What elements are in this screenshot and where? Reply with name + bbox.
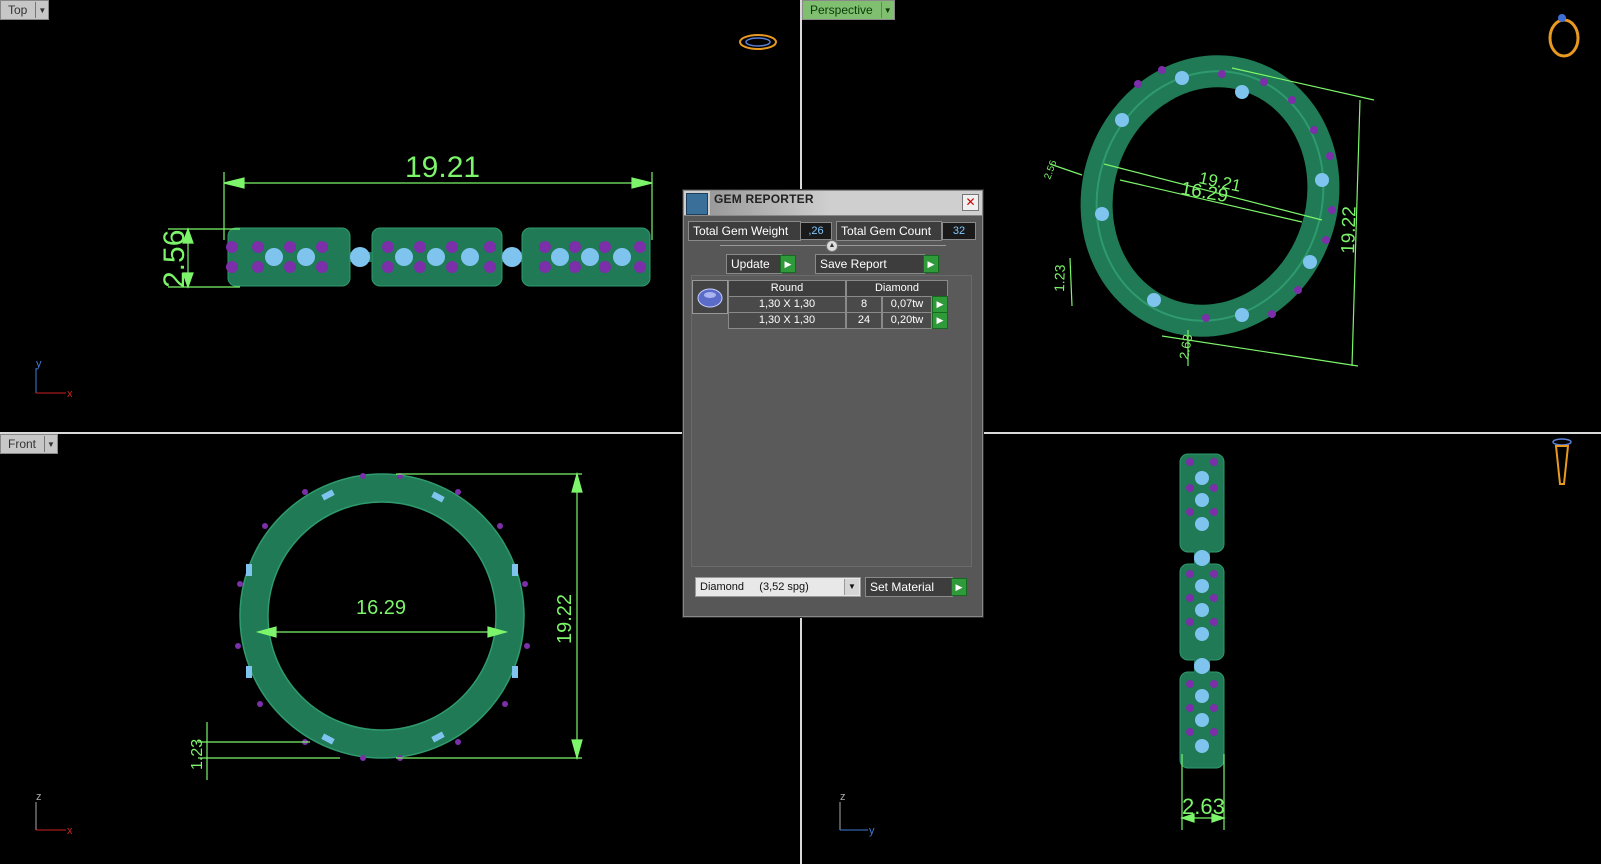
collapse-handle-icon[interactable]: ▲ (826, 240, 838, 252)
update-button[interactable]: Update (726, 254, 782, 274)
set-material-label: Set Material (870, 580, 935, 594)
viewport-tab-front[interactable]: Front ▼ (0, 434, 59, 454)
material-select-value: Diamond (3,52 spg) (700, 581, 809, 593)
row1-size[interactable]: 1,30 X 1,30 (728, 296, 846, 313)
top-view-canvas: 19.21 2.56 y x (35, 34, 777, 400)
viewport-tab-top[interactable]: Top ▼ (0, 0, 50, 20)
round-diamond-thumbnail-icon[interactable] (692, 280, 728, 314)
front-view-canvas: 16.29 19.22 1.23 z x (35, 471, 583, 837)
viewport-front-label: Front (8, 437, 37, 451)
save-report-label: Save Report (820, 257, 887, 271)
row1-go-icon[interactable]: ▶ (932, 296, 948, 313)
ring-top-projection (226, 227, 651, 287)
row1-count[interactable]: 8 (846, 296, 882, 313)
axis-gizmo-front: z x (35, 791, 73, 837)
update-button-label: Update (731, 257, 770, 271)
gem-reporter-panel[interactable]: GEM REPORTER ✕ Total Gem Weight ,26 Tota… (683, 190, 983, 617)
dropdown-arrow-icon[interactable]: ▼ (844, 579, 859, 595)
viewport-perspective-label: Perspective (810, 3, 873, 17)
row2-weight[interactable]: 0,20tw (882, 312, 932, 329)
dropdown-arrow-icon[interactable]: ▼ (880, 2, 894, 18)
dropdown-arrow-icon[interactable]: ▼ (44, 436, 57, 452)
svg-text:y: y (869, 825, 875, 837)
dim-length-top: 19.21 (405, 151, 480, 184)
dim-side-perspective: 1.23 (1051, 264, 1068, 292)
dropdown-arrow-icon[interactable]: ▼ (35, 2, 48, 18)
row2-count[interactable]: 24 (846, 312, 882, 329)
save-report-go-icon[interactable]: ▶ (923, 255, 939, 273)
total-gem-count-value[interactable]: 32 (942, 222, 976, 240)
update-go-icon[interactable]: ▶ (780, 255, 796, 273)
dim-width-right: 2.63 (1182, 794, 1225, 819)
total-gem-count-label: Total Gem Count (836, 221, 942, 241)
svg-text:x: x (67, 825, 73, 837)
close-icon[interactable]: ✕ (962, 194, 979, 211)
viewport-front[interactable]: 16.29 19.22 1.23 z x Front ▼ (0, 434, 800, 864)
dim-inner-front: 16.29 (356, 597, 406, 619)
row2-size[interactable]: 1,30 X 1,30 (728, 312, 846, 329)
set-material-go-icon[interactable]: ▶ (951, 578, 967, 596)
dim-height-top: 2.56 (158, 230, 191, 288)
gem-reporter-logo-icon (686, 193, 708, 215)
dim-small-perspective: 2.56 (1042, 159, 1059, 181)
total-gem-weight-label: Total Gem Weight (688, 221, 801, 241)
set-material-button[interactable]: Set Material (865, 577, 953, 597)
ring-side-icon (1552, 438, 1572, 485)
ring-top-icon (739, 34, 777, 50)
svg-text:z: z (840, 791, 846, 803)
row1-weight[interactable]: 0,07tw (882, 296, 932, 313)
save-report-button[interactable]: Save Report (815, 254, 925, 274)
dim-outer-perspective: 19.22 (1338, 206, 1361, 254)
table-header-material: Diamond (846, 280, 948, 297)
svg-text:y: y (36, 358, 42, 370)
gem-reporter-title: GEM REPORTER (714, 192, 814, 206)
dim-outer-front: 19.22 (554, 594, 576, 644)
table-header-shape: Round (728, 280, 846, 297)
ring-right-projection (1179, 453, 1225, 769)
axis-gizmo-right: z y (839, 791, 875, 837)
viewport-top-label: Top (8, 3, 28, 17)
ring-perspective-icon (1548, 14, 1580, 58)
axis-gizmo-top: y x (35, 358, 73, 400)
row2-go-icon[interactable]: ▶ (932, 312, 948, 329)
total-gem-weight-value[interactable]: ,26 (800, 222, 832, 240)
dim-thick-front: 1.23 (189, 739, 206, 770)
dim-bottom-perspective: 2.63 (1176, 333, 1195, 361)
gem-table[interactable]: Round Diamond 1,30 X 1,30 8 0,07tw ▶ 1,3… (691, 275, 972, 567)
material-select[interactable]: Diamond (3,52 spg) ▼ (695, 577, 861, 597)
viewport-tab-perspective[interactable]: Perspective ▼ (802, 0, 895, 20)
svg-text:x: x (67, 388, 73, 400)
svg-text:z: z (36, 791, 42, 803)
gem-reporter-titlebar[interactable]: GEM REPORTER ✕ (684, 191, 982, 216)
viewport-top[interactable]: 19.21 2.56 y x Top ▼ (0, 0, 800, 432)
